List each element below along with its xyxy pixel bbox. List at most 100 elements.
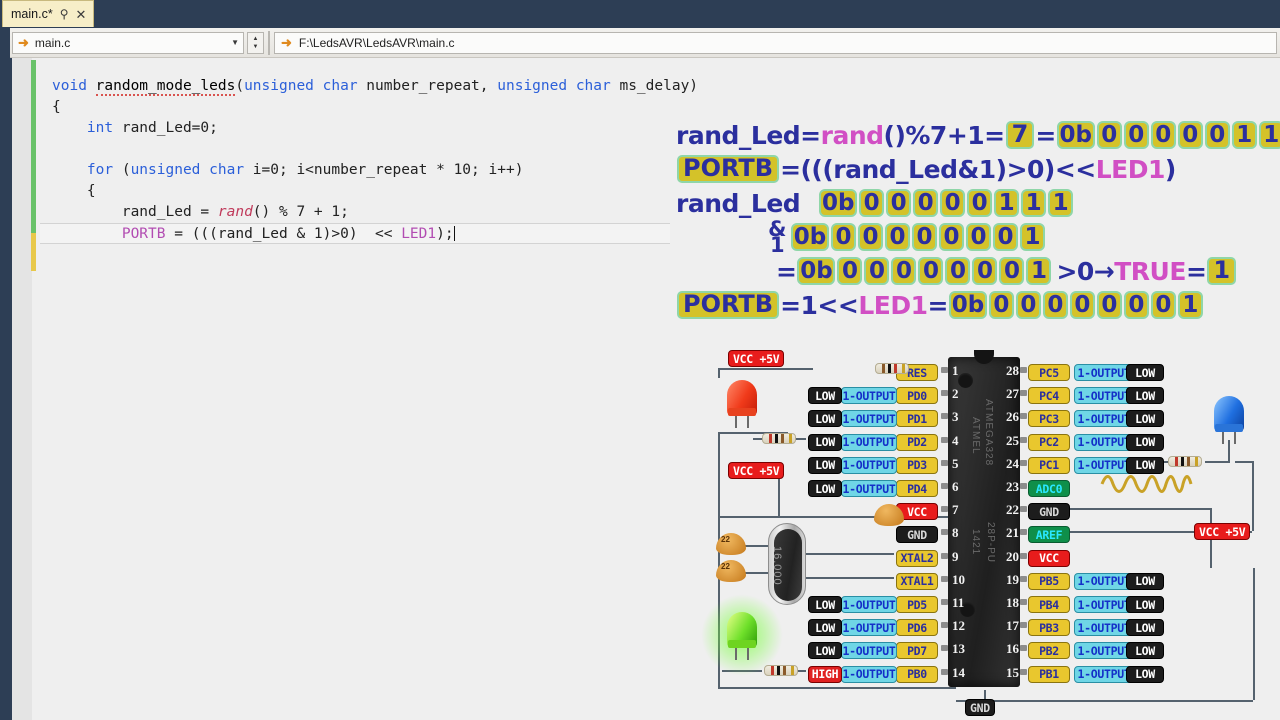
code-token: PORTB: [121, 226, 166, 242]
editor-gutter[interactable]: [12, 58, 32, 720]
f5-bit-0: 0b: [797, 257, 836, 285]
f4-bit-3: 0: [885, 223, 910, 251]
f2-portb: PORTB: [677, 155, 780, 183]
f2-led: LED1: [1095, 154, 1166, 184]
f4-bit-8: 1: [1020, 223, 1045, 251]
f2-expr: =(((rand_Led&1)>0)<<: [780, 154, 1096, 184]
code-token: (: [121, 162, 131, 178]
close-icon[interactable]: ✕: [75, 8, 86, 21]
f4-bit-4: 0: [912, 223, 937, 251]
f5-gt: >0→: [1056, 256, 1115, 286]
formula-line-3: rand_Led 0b 0 0 0 0 0 1 1 1: [676, 186, 1276, 220]
f5-result: 1: [1207, 257, 1237, 285]
code-token: rand: [217, 204, 253, 220]
tab-main-c[interactable]: main.c* ⚲ ✕: [2, 0, 95, 27]
f6-bit-0: 0b: [948, 291, 987, 319]
code-token: int: [86, 120, 122, 136]
formula-line-4: & 1 0b 0 0 0 0 0 0 0 1: [676, 217, 1276, 257]
f5-bit-4: 0: [918, 257, 944, 285]
scope-combo[interactable]: ➜ main.c ▼: [12, 31, 244, 54]
f1-rand: rand: [820, 120, 884, 150]
code-token: i=0; i<number_repeat * 10; i++): [252, 162, 524, 178]
f1-bit-5: 0: [1204, 121, 1230, 149]
code-line-7: rand_Led = rand() % 7 + 1;: [40, 202, 740, 223]
f4-bit-6: 0: [966, 223, 991, 251]
screen-root: main.c* ⚲ ✕ ➜ main.c ▼ ▲ ▼ ➜ F:\LedsAVR\…: [0, 0, 1280, 720]
change-bar-saved: [31, 60, 36, 233]
f5-bit-group: 0b 0 0 0 0 0 0 0 1: [796, 257, 1052, 285]
code-token: ms_delay): [619, 78, 699, 94]
ide-top-strip: [0, 0, 1280, 28]
f3-bit-0: 0b: [819, 189, 858, 217]
f6-bit-2: 0: [1015, 291, 1041, 319]
code-line-8: PORTB = (((rand_Led & 1)>0) << LED1);: [40, 223, 670, 244]
f1-bit-group: 0b00000111: [1056, 121, 1280, 149]
f4-bit-5: 0: [939, 223, 964, 251]
f5-bit-1: 0: [837, 257, 863, 285]
f5-bit-2: 0: [864, 257, 890, 285]
f5-bit-6: 0: [972, 257, 998, 285]
f3-bit-3: 0: [913, 189, 939, 217]
formula-line-1: rand_Led= rand ()%7+1= 7 = 0b00000111: [676, 118, 1280, 152]
f1-prefix: rand_Led=: [676, 120, 821, 150]
pin-icon[interactable]: ⚲: [60, 8, 69, 20]
spinner-down-icon[interactable]: ▼: [253, 43, 259, 51]
nav-spinner[interactable]: ▲ ▼: [247, 31, 264, 54]
f4-bit-group: 0b 0 0 0 0 0 0 0 1: [790, 223, 1046, 251]
f1-bit-7: 1: [1258, 121, 1280, 149]
formula-line-5: = 0b 0 0 0 0 0 0 0 1 >0→ TRUE = 1: [676, 254, 1276, 288]
code-line-5: for (unsigned char i=0; i<number_repeat …: [40, 160, 740, 181]
file-path-box[interactable]: ➜ F:\LedsAVR\LedsAVR\main.c: [274, 31, 1277, 54]
f6-bit-6: 0: [1123, 291, 1149, 319]
code-token: unsigned char: [130, 162, 253, 178]
f5-bit-7: 0: [999, 257, 1025, 285]
f5-bit-8: 1: [1026, 257, 1052, 285]
f5-bit-5: 0: [945, 257, 971, 285]
editor-tab-strip: main.c* ⚲ ✕: [0, 0, 95, 28]
f6-bit-3: 0: [1042, 291, 1068, 319]
code-token: random_mode_leds: [95, 78, 236, 96]
spinner-up-icon[interactable]: ▲: [253, 35, 259, 43]
code-text[interactable]: void random_mode_leds(unsigned char numb…: [40, 76, 740, 244]
f5-eq: =: [776, 256, 797, 286]
f3-bit-8: 1: [1048, 189, 1074, 217]
f2-close: ): [1164, 154, 1176, 184]
f1-value: 7: [1005, 121, 1035, 149]
f4-bit-1: 0: [831, 223, 856, 251]
code-token: () % 7 + 1;: [252, 204, 349, 220]
f1-bit-3: 0: [1150, 121, 1176, 149]
f4-amp-col: & 1: [764, 217, 790, 257]
code-token: rand_Led =: [52, 204, 218, 220]
f6-expr: =1<<: [780, 290, 859, 320]
code-line-1: void random_mode_leds(unsigned char numb…: [40, 76, 740, 97]
f6-led: LED1: [858, 290, 928, 320]
f5-true: TRUE: [1114, 256, 1186, 286]
navigation-bar: ➜ main.c ▼ ▲ ▼ ➜ F:\LedsAVR\LedsAVR\main…: [0, 27, 1280, 58]
editor-left-band: [0, 58, 12, 720]
code-token: = (((rand_Led & 1)>0) <<: [165, 226, 402, 242]
change-bar-unsaved: [31, 233, 36, 271]
f1-bit-6: 1: [1231, 121, 1257, 149]
code-token: LED1: [401, 226, 437, 242]
f1-eq: =: [1035, 120, 1056, 150]
nav-separator: [268, 30, 270, 55]
code-token: {: [52, 99, 61, 115]
f4-bit-7: 0: [993, 223, 1018, 251]
f6-portb: PORTB: [677, 291, 780, 319]
f5-bit-3: 0: [891, 257, 917, 285]
nav-left-edge: [0, 27, 10, 58]
f6-bit-7: 0: [1150, 291, 1176, 319]
text-caret: [453, 226, 455, 241]
f1-bit-2: 0: [1123, 121, 1149, 149]
code-token: (: [235, 78, 245, 94]
code-token: unsigned char: [244, 78, 367, 94]
f6-bit-5: 0: [1096, 291, 1122, 319]
f3-bit-2: 0: [886, 189, 912, 217]
chevron-down-icon[interactable]: ▼: [231, 38, 239, 47]
code-token: void: [52, 78, 96, 94]
f3-bit-1: 0: [859, 189, 885, 217]
arrow-right-icon-path: ➜: [281, 35, 292, 50]
